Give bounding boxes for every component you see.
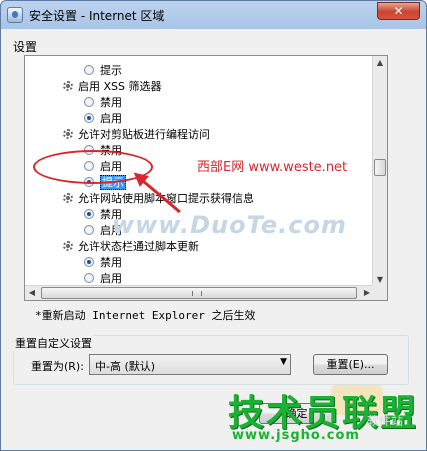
vertical-scrollbar[interactable]: ▲ ▼	[372, 56, 387, 287]
duote-watermark: www.DuoTe.com	[112, 211, 347, 239]
radio-selected-icon	[84, 209, 94, 219]
window-title: 安全设置 - Internet 区域	[29, 9, 165, 23]
heading-label: 允许对剪贴板进行编程访问	[78, 128, 210, 141]
horizontal-scrollbar[interactable]: ◀ ▶	[25, 285, 374, 300]
option-label: 提示	[100, 64, 122, 77]
heading-label: 启用 XSS 筛选器	[78, 80, 162, 93]
radio-selected-icon	[84, 257, 94, 267]
option-prompt-prev[interactable]: 提示	[84, 64, 122, 78]
option-xss-disable[interactable]: 禁用	[84, 96, 122, 110]
setting-gear-icon	[62, 240, 74, 252]
horizontal-scroll-thumb[interactable]	[41, 287, 357, 299]
option-xss-enable[interactable]: 启用	[84, 112, 122, 126]
setting-gear-icon	[62, 128, 74, 140]
option-label: 启用	[100, 272, 122, 285]
vertical-scroll-thumb[interactable]	[374, 159, 386, 176]
close-button[interactable]: ✕	[377, 2, 420, 20]
settings-group-label: 设置	[13, 40, 38, 54]
corner-watermark: 软件站	[367, 414, 404, 428]
option-label: 禁用	[100, 256, 122, 269]
setting-heading-xss-filter: 启用 XSS 筛选器	[62, 80, 162, 94]
radio-selected-icon	[84, 113, 94, 123]
scrollbar-corner	[372, 285, 387, 300]
reset-level-value: 中-高 (默认)	[95, 360, 156, 373]
restart-note: *重新启动 Internet Explorer 之后生效	[35, 309, 256, 322]
reset-to-label: 重置为(R):	[31, 360, 84, 373]
reset-group-title: 重置自定义设置	[13, 335, 94, 351]
reset-button[interactable]: 重置(E)...	[313, 354, 388, 375]
option-statusbar-disable[interactable]: 禁用	[84, 256, 122, 270]
option-label: 启用	[100, 112, 122, 125]
scroll-left-arrow-icon[interactable]: ◀	[25, 286, 39, 300]
title-bar[interactable]: 安全设置 - Internet 区域 ✕	[1, 1, 426, 29]
dropdown-arrow-icon: ▼	[280, 357, 287, 367]
option-label: 禁用	[100, 96, 122, 109]
radio-icon	[84, 225, 94, 235]
shield-globe-icon	[7, 7, 23, 23]
setting-heading-statusbar: 允许状态栏通过脚本更新	[62, 240, 199, 254]
jsgho-watermark-url: www.jsgho.com	[232, 428, 360, 443]
radio-icon	[84, 273, 94, 283]
annotation-text: 西部E网 www.weste.net	[197, 160, 348, 175]
radio-icon	[84, 65, 94, 75]
radio-icon	[84, 97, 94, 107]
reset-level-select[interactable]: 中-高 (默认) ▼	[89, 354, 291, 375]
option-statusbar-enable[interactable]: 启用	[84, 272, 122, 286]
setting-heading-clipboard: 允许对剪贴板进行编程访问	[62, 128, 210, 142]
security-settings-dialog: 安全设置 - Internet 区域 ✕ 设置 提示 启用 XSS 筛选器 禁用…	[0, 0, 427, 451]
heading-label: 允许状态栏通过脚本更新	[78, 240, 199, 253]
setting-gear-icon	[62, 80, 74, 92]
setting-gear-icon	[62, 192, 74, 204]
scroll-up-arrow-icon[interactable]: ▲	[373, 56, 387, 70]
